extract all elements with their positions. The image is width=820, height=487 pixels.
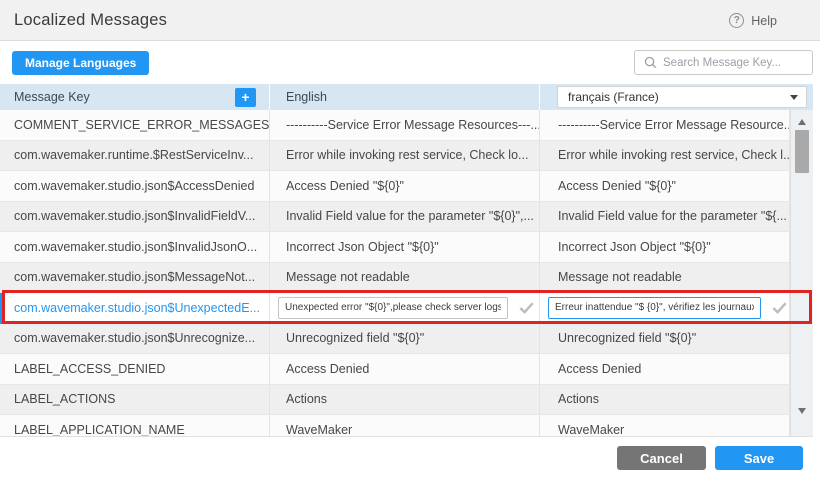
english-cell[interactable]: Actions [270,385,540,415]
french-cell[interactable]: Access Denied [540,354,790,384]
french-cell[interactable]: ----------Service Error Message Resource… [540,110,790,140]
title-bar: Localized Messages ? Help [0,0,820,41]
scroll-down-arrow-icon[interactable] [798,408,806,414]
english-cell[interactable]: ----------Service Error Message Resource… [270,110,540,140]
cancel-button[interactable]: Cancel [617,446,706,470]
french-cell[interactable]: Unrecognized field "${0}" [540,324,790,354]
english-cell[interactable]: Access Denied [270,354,540,384]
french-edit-input[interactable] [548,297,761,319]
english-edit-input[interactable] [278,297,508,319]
table-row[interactable]: com.wavemaker.studio.json$InvalidJsonO..… [0,232,790,263]
language-select-value: français (France) [568,90,659,104]
table-rows: COMMENT_SERVICE_ERROR_MESSAGES ---------… [0,110,790,437]
french-cell[interactable]: Message not readable [540,263,790,293]
english-cell[interactable]: WaveMaker [270,415,540,437]
message-key-cell[interactable]: LABEL_ACCESS_DENIED [0,354,270,384]
confirm-check-icon[interactable] [770,298,789,317]
table-row-selected[interactable]: com.wavemaker.studio.json$UnexpectedE... [0,293,790,324]
language-select[interactable]: français (France) [557,86,807,108]
english-cell[interactable]: Invalid Field value for the parameter "$… [270,202,540,232]
message-key-cell[interactable]: com.wavemaker.studio.json$MessageNot... [0,263,270,293]
selected-row-accent [0,293,3,324]
table-row[interactable]: com.wavemaker.studio.json$InvalidFieldV.… [0,202,790,233]
column-header-message-key: Message Key + [0,84,270,110]
page-title: Localized Messages [14,0,167,41]
message-key-cell[interactable]: com.wavemaker.studio.json$Unrecognize... [0,324,270,354]
table-row[interactable]: com.wavemaker.studio.json$Unrecognize...… [0,324,790,355]
french-cell[interactable]: Error while invoking rest service, Check… [540,141,790,171]
table-row[interactable]: com.wavemaker.runtime.$RestServiceInv...… [0,141,790,172]
message-key-header-label: Message Key [14,90,90,104]
message-key-cell[interactable]: com.wavemaker.studio.json$AccessDenied [0,171,270,201]
french-cell[interactable]: Actions [540,385,790,415]
table-header: Message Key + English français (France) [0,84,813,110]
add-message-key-button[interactable]: + [235,88,256,107]
english-cell[interactable]: Access Denied "${0}" [270,171,540,201]
message-key-cell[interactable]: LABEL_ACTIONS [0,385,270,415]
french-cell[interactable]: Invalid Field value for the parameter "$… [540,202,790,232]
localized-messages-dialog: Localized Messages ? Help Manage Languag… [0,0,820,487]
chevron-down-icon [790,95,798,100]
save-button[interactable]: Save [715,446,803,470]
message-key-cell[interactable]: com.wavemaker.studio.json$InvalidFieldV.… [0,202,270,232]
table-row[interactable]: LABEL_APPLICATION_NAME WaveMaker WaveMak… [0,415,790,437]
english-cell[interactable]: Incorrect Json Object "${0}" [270,232,540,262]
english-cell[interactable]: Message not readable [270,263,540,293]
column-header-language: français (France) [540,84,813,110]
english-cell[interactable]: Error while invoking rest service, Check… [270,141,540,171]
confirm-check-icon[interactable] [517,298,536,317]
message-key-cell[interactable]: com.wavemaker.runtime.$RestServiceInv... [0,141,270,171]
french-cell[interactable]: Access Denied "${0}" [540,171,790,201]
table-row[interactable]: com.wavemaker.studio.json$AccessDenied A… [0,171,790,202]
table-row[interactable]: LABEL_ACTIONS Actions Actions [0,385,790,416]
vertical-scrollbar[interactable] [790,110,813,437]
message-key-cell[interactable]: LABEL_APPLICATION_NAME [0,415,270,437]
help-link[interactable]: ? Help [729,0,777,41]
table-row[interactable]: com.wavemaker.studio.json$MessageNot... … [0,263,790,294]
table-row[interactable]: LABEL_ACCESS_DENIED Access Denied Access… [0,354,790,385]
help-question-icon: ? [729,13,744,28]
message-key-cell[interactable]: COMMENT_SERVICE_ERROR_MESSAGES [0,110,270,140]
scroll-up-arrow-icon[interactable] [798,119,806,125]
english-cell[interactable]: Unrecognized field "${0}" [270,324,540,354]
french-cell[interactable]: WaveMaker [540,415,790,437]
column-header-english: English [270,84,540,110]
french-cell-editing [540,293,790,323]
scrollbar-thumb[interactable] [795,130,809,173]
search-icon [644,56,657,69]
search-input[interactable] [663,57,817,69]
english-cell-editing [270,293,540,323]
table-body: COMMENT_SERVICE_ERROR_MESSAGES ---------… [0,110,813,437]
search-box[interactable] [634,50,813,75]
message-key-cell-selected[interactable]: com.wavemaker.studio.json$UnexpectedE... [0,293,270,323]
table-row[interactable]: COMMENT_SERVICE_ERROR_MESSAGES ---------… [0,110,790,141]
toolbar: Manage Languages [0,41,820,84]
french-cell[interactable]: Incorrect Json Object "${0}" [540,232,790,262]
english-header-label: English [286,90,327,104]
manage-languages-button[interactable]: Manage Languages [12,51,149,75]
message-key-cell[interactable]: com.wavemaker.studio.json$InvalidJsonO..… [0,232,270,262]
help-label: Help [751,14,777,28]
